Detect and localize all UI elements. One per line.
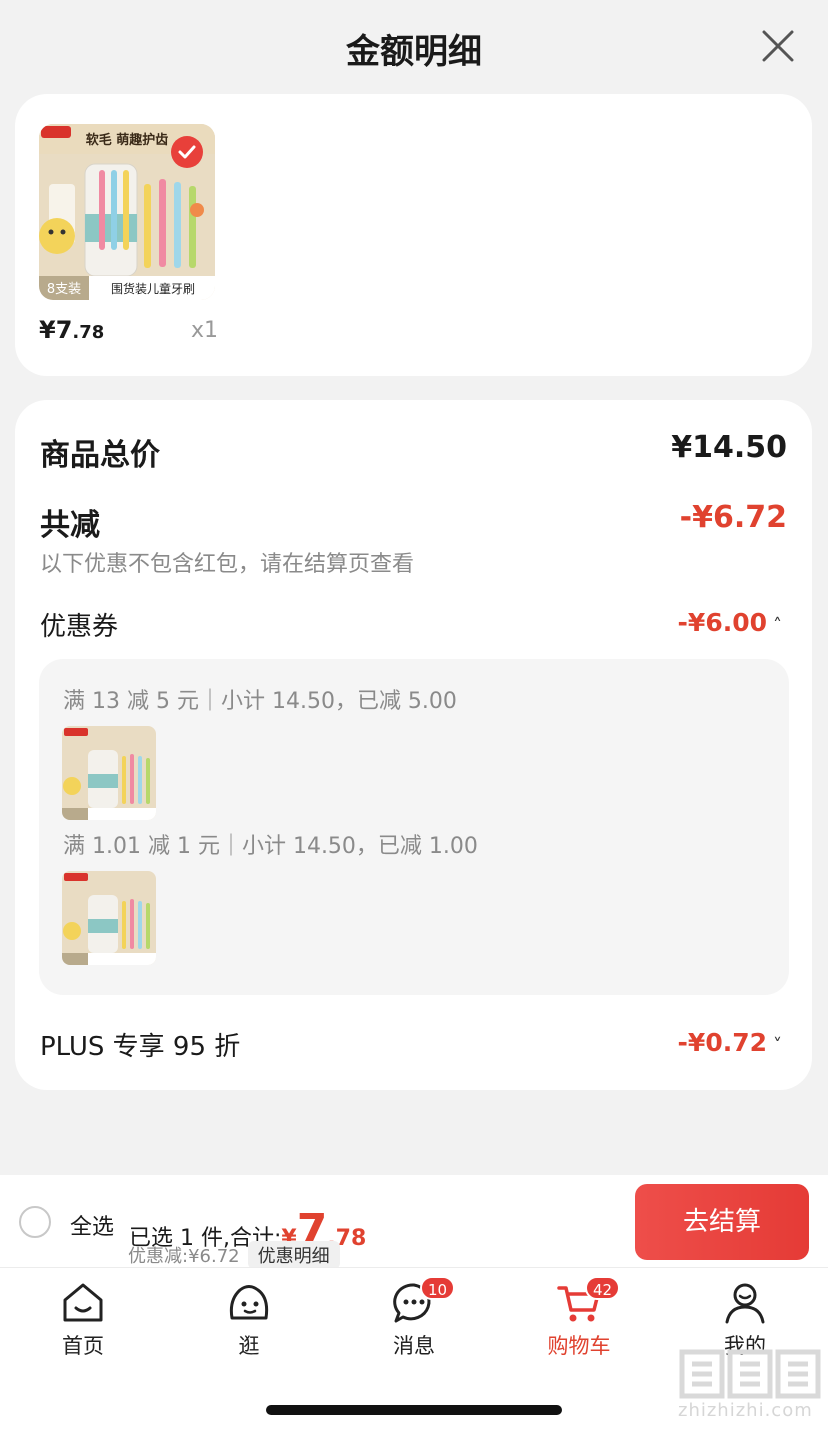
coupon-detail-box: 满 13 减 5 元｜小计 14.50，已减 5.00 满 1.01 减 1 元… bbox=[39, 659, 789, 995]
total-value: ¥14.50 bbox=[671, 430, 787, 465]
checkout-button[interactable]: 去结算 bbox=[635, 1184, 809, 1260]
coupon-product-image-1 bbox=[62, 726, 156, 820]
product-price-dec: .78 bbox=[72, 322, 105, 343]
select-all-label[interactable]: 全选 bbox=[70, 1209, 114, 1241]
discount-note: 以下优惠不包含红包，请在结算页查看 bbox=[40, 552, 415, 577]
svg-text:围货装儿童牙刷: 围货装儿童牙刷 bbox=[111, 281, 195, 296]
tab-messages[interactable]: 消息 10 bbox=[354, 1276, 474, 1370]
cart-badge: 42 bbox=[585, 1276, 621, 1300]
product-card: 软毛 萌趣护齿 8支装 围货装儿童牙刷 ¥7.78 x1 bbox=[15, 94, 812, 376]
chevron-down-icon: ˅ bbox=[773, 1035, 782, 1056]
svg-text:8支装: 8支装 bbox=[47, 282, 81, 297]
coupon-toggle[interactable]: -¥6.00 ˄ bbox=[678, 608, 782, 637]
discount-detail-tag[interactable]: 优惠明细 bbox=[247, 1241, 340, 1269]
tab-home[interactable]: 首页 bbox=[23, 1280, 143, 1370]
tab-messages-label: 消息 bbox=[393, 1334, 435, 1358]
select-all-radio[interactable] bbox=[19, 1206, 51, 1238]
price-detail-card: 商品总价 ¥14.50 共减 -¥6.72 以下优惠不包含红包，请在结算页查看 … bbox=[15, 400, 812, 1090]
product-price: ¥7.78 bbox=[39, 316, 104, 344]
messages-badge: 10 bbox=[420, 1276, 456, 1300]
page-title: 金额明细 bbox=[346, 32, 482, 72]
product-quantity: x1 bbox=[191, 318, 219, 343]
tab-browse-label: 逛 bbox=[238, 1334, 260, 1358]
header: 金额明细 bbox=[0, 0, 828, 92]
profile-icon bbox=[725, 1283, 765, 1324]
close-icon[interactable] bbox=[758, 26, 798, 66]
plus-discount-value: -¥0.72 bbox=[677, 1028, 767, 1057]
coupon-value: -¥6.00 bbox=[677, 608, 767, 637]
reduce-label: 共减 bbox=[40, 508, 100, 543]
coupon-line-2: 满 1.01 减 1 元｜小计 14.50，已减 1.00 bbox=[63, 834, 478, 859]
watermark-text: zhizhizhi.com bbox=[678, 1400, 813, 1421]
tab-cart[interactable]: 购物车 42 bbox=[519, 1276, 639, 1370]
checkout-bar: 全选 已选 1 件,合计:¥7.78 优惠减:¥6.72 优惠明细 去结算 bbox=[0, 1175, 828, 1269]
plus-discount-label: PLUS 专享 95 折 bbox=[40, 1032, 241, 1062]
reduce-value: -¥6.72 bbox=[679, 500, 787, 535]
home-icon bbox=[63, 1283, 103, 1322]
coupon-product-image-2 bbox=[62, 871, 156, 965]
tab-browse[interactable]: 逛 bbox=[189, 1280, 309, 1370]
chevron-up-icon: ˄ bbox=[773, 615, 782, 636]
discount-text: 优惠减:¥6.72 bbox=[128, 1246, 240, 1267]
svg-text:软毛 萌趣护齿: 软毛 萌趣护齿 bbox=[86, 132, 169, 148]
browse-icon bbox=[229, 1285, 269, 1320]
tab-home-label: 首页 bbox=[62, 1334, 104, 1358]
coupon-label: 优惠券 bbox=[40, 612, 119, 642]
coupon-line-1: 满 13 减 5 元｜小计 14.50，已减 5.00 bbox=[63, 689, 457, 714]
product-price-int: ¥7 bbox=[39, 316, 73, 344]
plus-discount-toggle[interactable]: -¥0.72 ˅ bbox=[678, 1028, 782, 1057]
total-label: 商品总价 bbox=[40, 438, 160, 473]
discount-summary: 优惠减:¥6.72 优惠明细 bbox=[128, 1241, 340, 1269]
home-indicator bbox=[266, 1405, 562, 1415]
tab-cart-label: 购物车 bbox=[547, 1334, 611, 1358]
check-circle-icon[interactable] bbox=[171, 136, 203, 168]
